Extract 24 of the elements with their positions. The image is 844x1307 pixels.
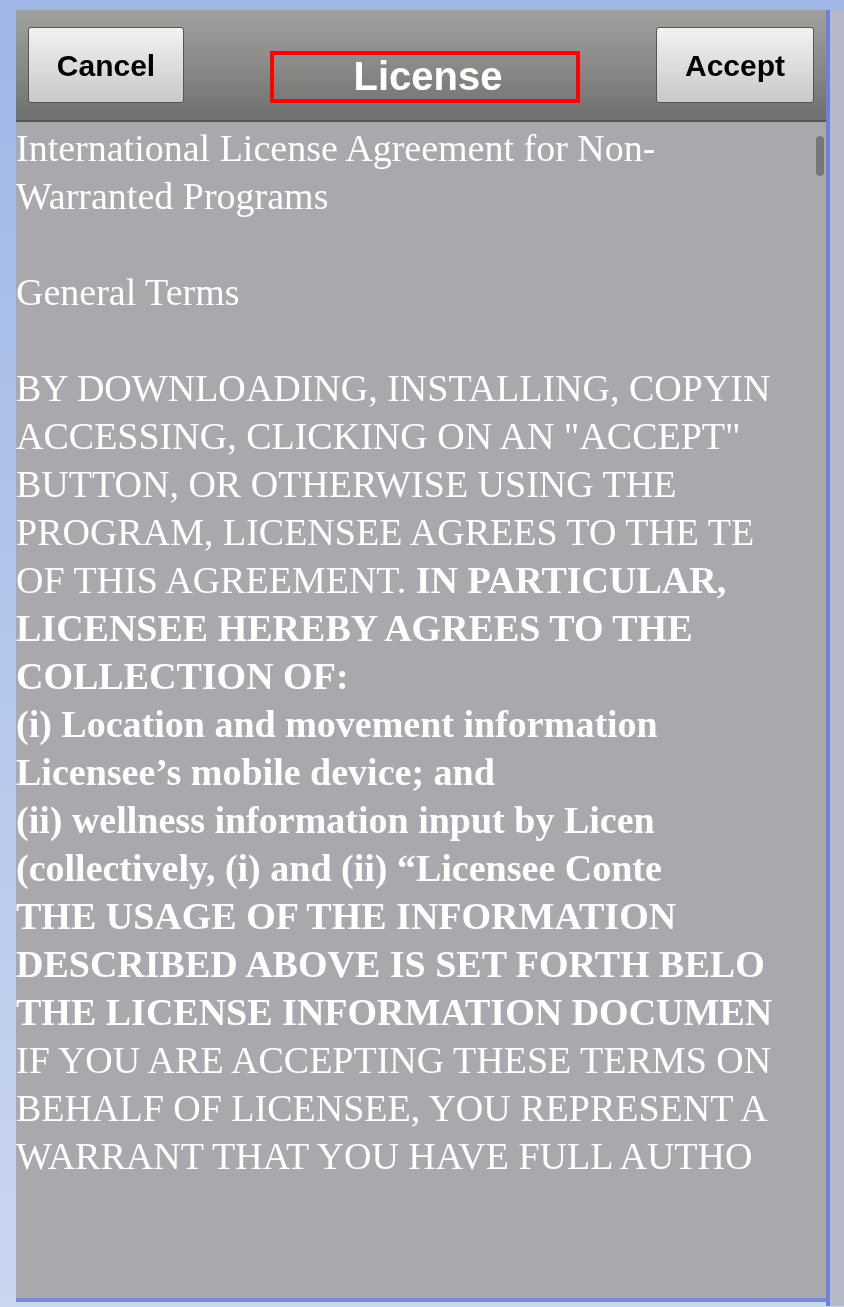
license-text-line: Warranted Programs: [16, 174, 329, 219]
accept-button[interactable]: Accept: [656, 27, 814, 103]
license-text-line: (i) Location and movement information: [16, 702, 658, 747]
license-text-line: IF YOU ARE ACCEPTING THESE TERMS ON: [16, 1038, 772, 1083]
license-text-line: DESCRIBED ABOVE IS SET FORTH BELO: [16, 942, 765, 987]
license-text-line: THE USAGE OF THE INFORMATION: [16, 894, 677, 939]
license-text-line: COLLECTION OF:: [16, 654, 349, 699]
license-text-line: International License Agreement for Non-: [16, 126, 656, 171]
screen-title: License: [352, 53, 504, 100]
license-text-line: General Terms: [16, 270, 240, 315]
license-text-line: (collectively, (i) and (ii) “Licensee Conte: [16, 846, 662, 891]
license-text-line: BEHALF OF LICENSEE, YOU REPRESENT A: [16, 1086, 768, 1131]
scrollbar-thumb[interactable]: [816, 136, 824, 176]
license-text-line: THE LICENSE INFORMATION DOCUMEN: [16, 990, 773, 1035]
license-text-line: BY DOWNLOADING, INSTALLING, COPYIN: [16, 366, 771, 411]
license-text-line: (ii) wellness information input by Licen: [16, 798, 655, 843]
license-text-line: OF THIS AGREEMENT. IN PARTICULAR,: [16, 558, 727, 603]
license-text-line: Licensee’s mobile device; and: [16, 750, 495, 795]
license-text-line: WARRANT THAT YOU HAVE FULL AUTHO: [16, 1134, 753, 1179]
license-text-line: PROGRAM, LICENSEE AGREES TO THE TE: [16, 510, 755, 555]
license-text-line: ACCESSING, CLICKING ON AN "ACCEPT": [16, 414, 741, 459]
license-text-line: LICENSEE HEREBY AGREES TO THE: [16, 606, 693, 651]
cancel-button[interactable]: Cancel: [28, 27, 184, 103]
license-text-line: BUTTON, OR OTHERWISE USING THE: [16, 462, 677, 507]
